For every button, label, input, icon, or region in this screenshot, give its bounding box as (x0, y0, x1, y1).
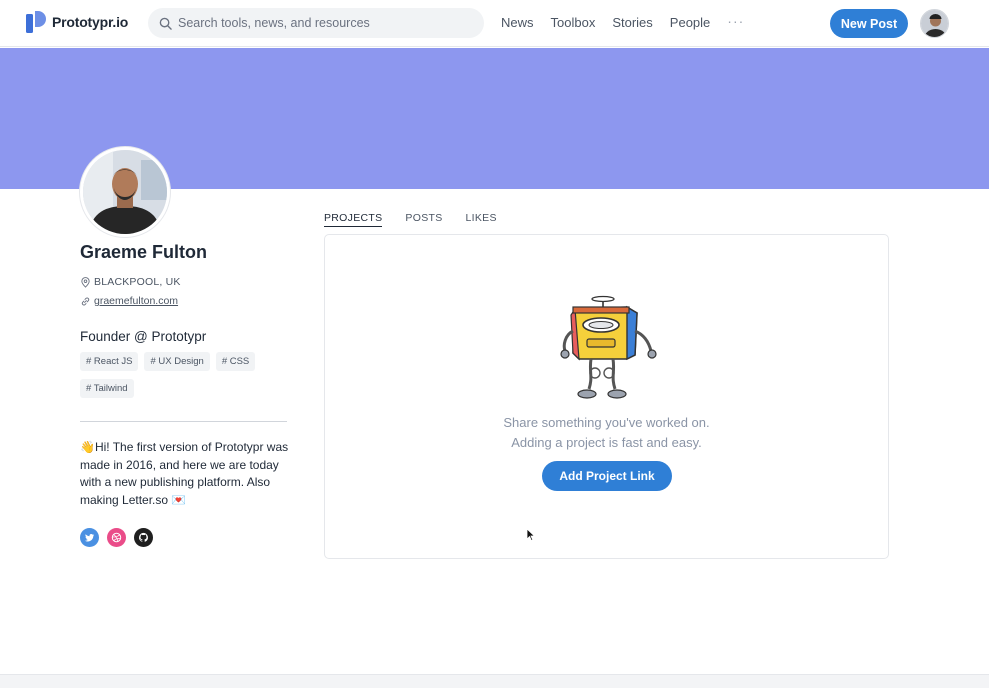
robot-illustration-icon (560, 295, 657, 399)
search-icon (159, 17, 172, 30)
new-post-button[interactable]: New Post (830, 9, 908, 38)
add-project-link-button[interactable]: Add Project Link (542, 461, 672, 491)
location-text: BLACKPOOL, UK (94, 276, 181, 288)
profile-location: BLACKPOOL, UK (80, 276, 181, 288)
github-link[interactable] (134, 528, 153, 547)
profile-role: Founder @ Prototypr (80, 329, 207, 344)
profile-website: graemefulton.com (80, 295, 178, 307)
more-menu-icon[interactable]: ··· (727, 13, 744, 29)
empty-state-text: Share something you've worked on. (503, 415, 710, 430)
mouse-cursor-icon (526, 528, 536, 542)
footer-strip (0, 674, 989, 688)
tag-tailwind[interactable]: # Tailwind (80, 379, 134, 398)
twitter-link[interactable] (80, 528, 99, 547)
user-avatar-icon (921, 10, 948, 37)
top-navbar: Prototypr.io News Toolbox Stories People… (0, 0, 989, 47)
empty-state-subtext: Adding a project is fast and easy. (511, 435, 702, 450)
main-nav: News Toolbox Stories People ··· (501, 13, 744, 30)
tag-react-js[interactable]: # React JS (80, 352, 139, 371)
skill-tags: # React JS # UX Design # CSS # Tailwind (80, 352, 280, 406)
dribbble-icon (111, 532, 122, 543)
profile-tabs: PROJECTS POSTS LIKES (324, 212, 520, 227)
twitter-icon (84, 534, 95, 542)
profile-bio: 👋Hi! The first version of Prototypr was … (80, 440, 289, 507)
profile-photo-icon (83, 150, 167, 234)
profile-name: Graeme Fulton (80, 242, 208, 262)
tab-likes[interactable]: LIKES (466, 212, 497, 227)
social-links (80, 528, 161, 547)
link-icon (81, 297, 90, 305)
nav-stories[interactable]: Stories (612, 15, 652, 30)
dribbble-link[interactable] (107, 528, 126, 547)
tag-css[interactable]: # CSS (215, 352, 256, 371)
profile-divider (80, 421, 287, 422)
profile-avatar (80, 147, 170, 237)
brand-logo[interactable]: Prototypr.io (26, 11, 128, 33)
location-pin-icon (81, 276, 90, 288)
search-input[interactable] (178, 16, 468, 30)
website-link[interactable]: graemefulton.com (94, 295, 178, 307)
search-bar[interactable] (148, 8, 484, 38)
projects-panel: Share something you've worked on. Adding… (324, 234, 889, 559)
tab-projects[interactable]: PROJECTS (324, 212, 383, 227)
brand-name: Prototypr.io (52, 14, 129, 30)
tab-posts[interactable]: POSTS (405, 212, 442, 227)
user-avatar[interactable] (920, 9, 949, 38)
tag-ux-design[interactable]: # UX Design (144, 352, 210, 371)
prototypr-logo-icon (26, 11, 46, 33)
github-icon (139, 532, 148, 542)
nav-toolbox[interactable]: Toolbox (551, 15, 596, 30)
nav-people[interactable]: People (670, 15, 710, 30)
nav-news[interactable]: News (501, 15, 534, 30)
